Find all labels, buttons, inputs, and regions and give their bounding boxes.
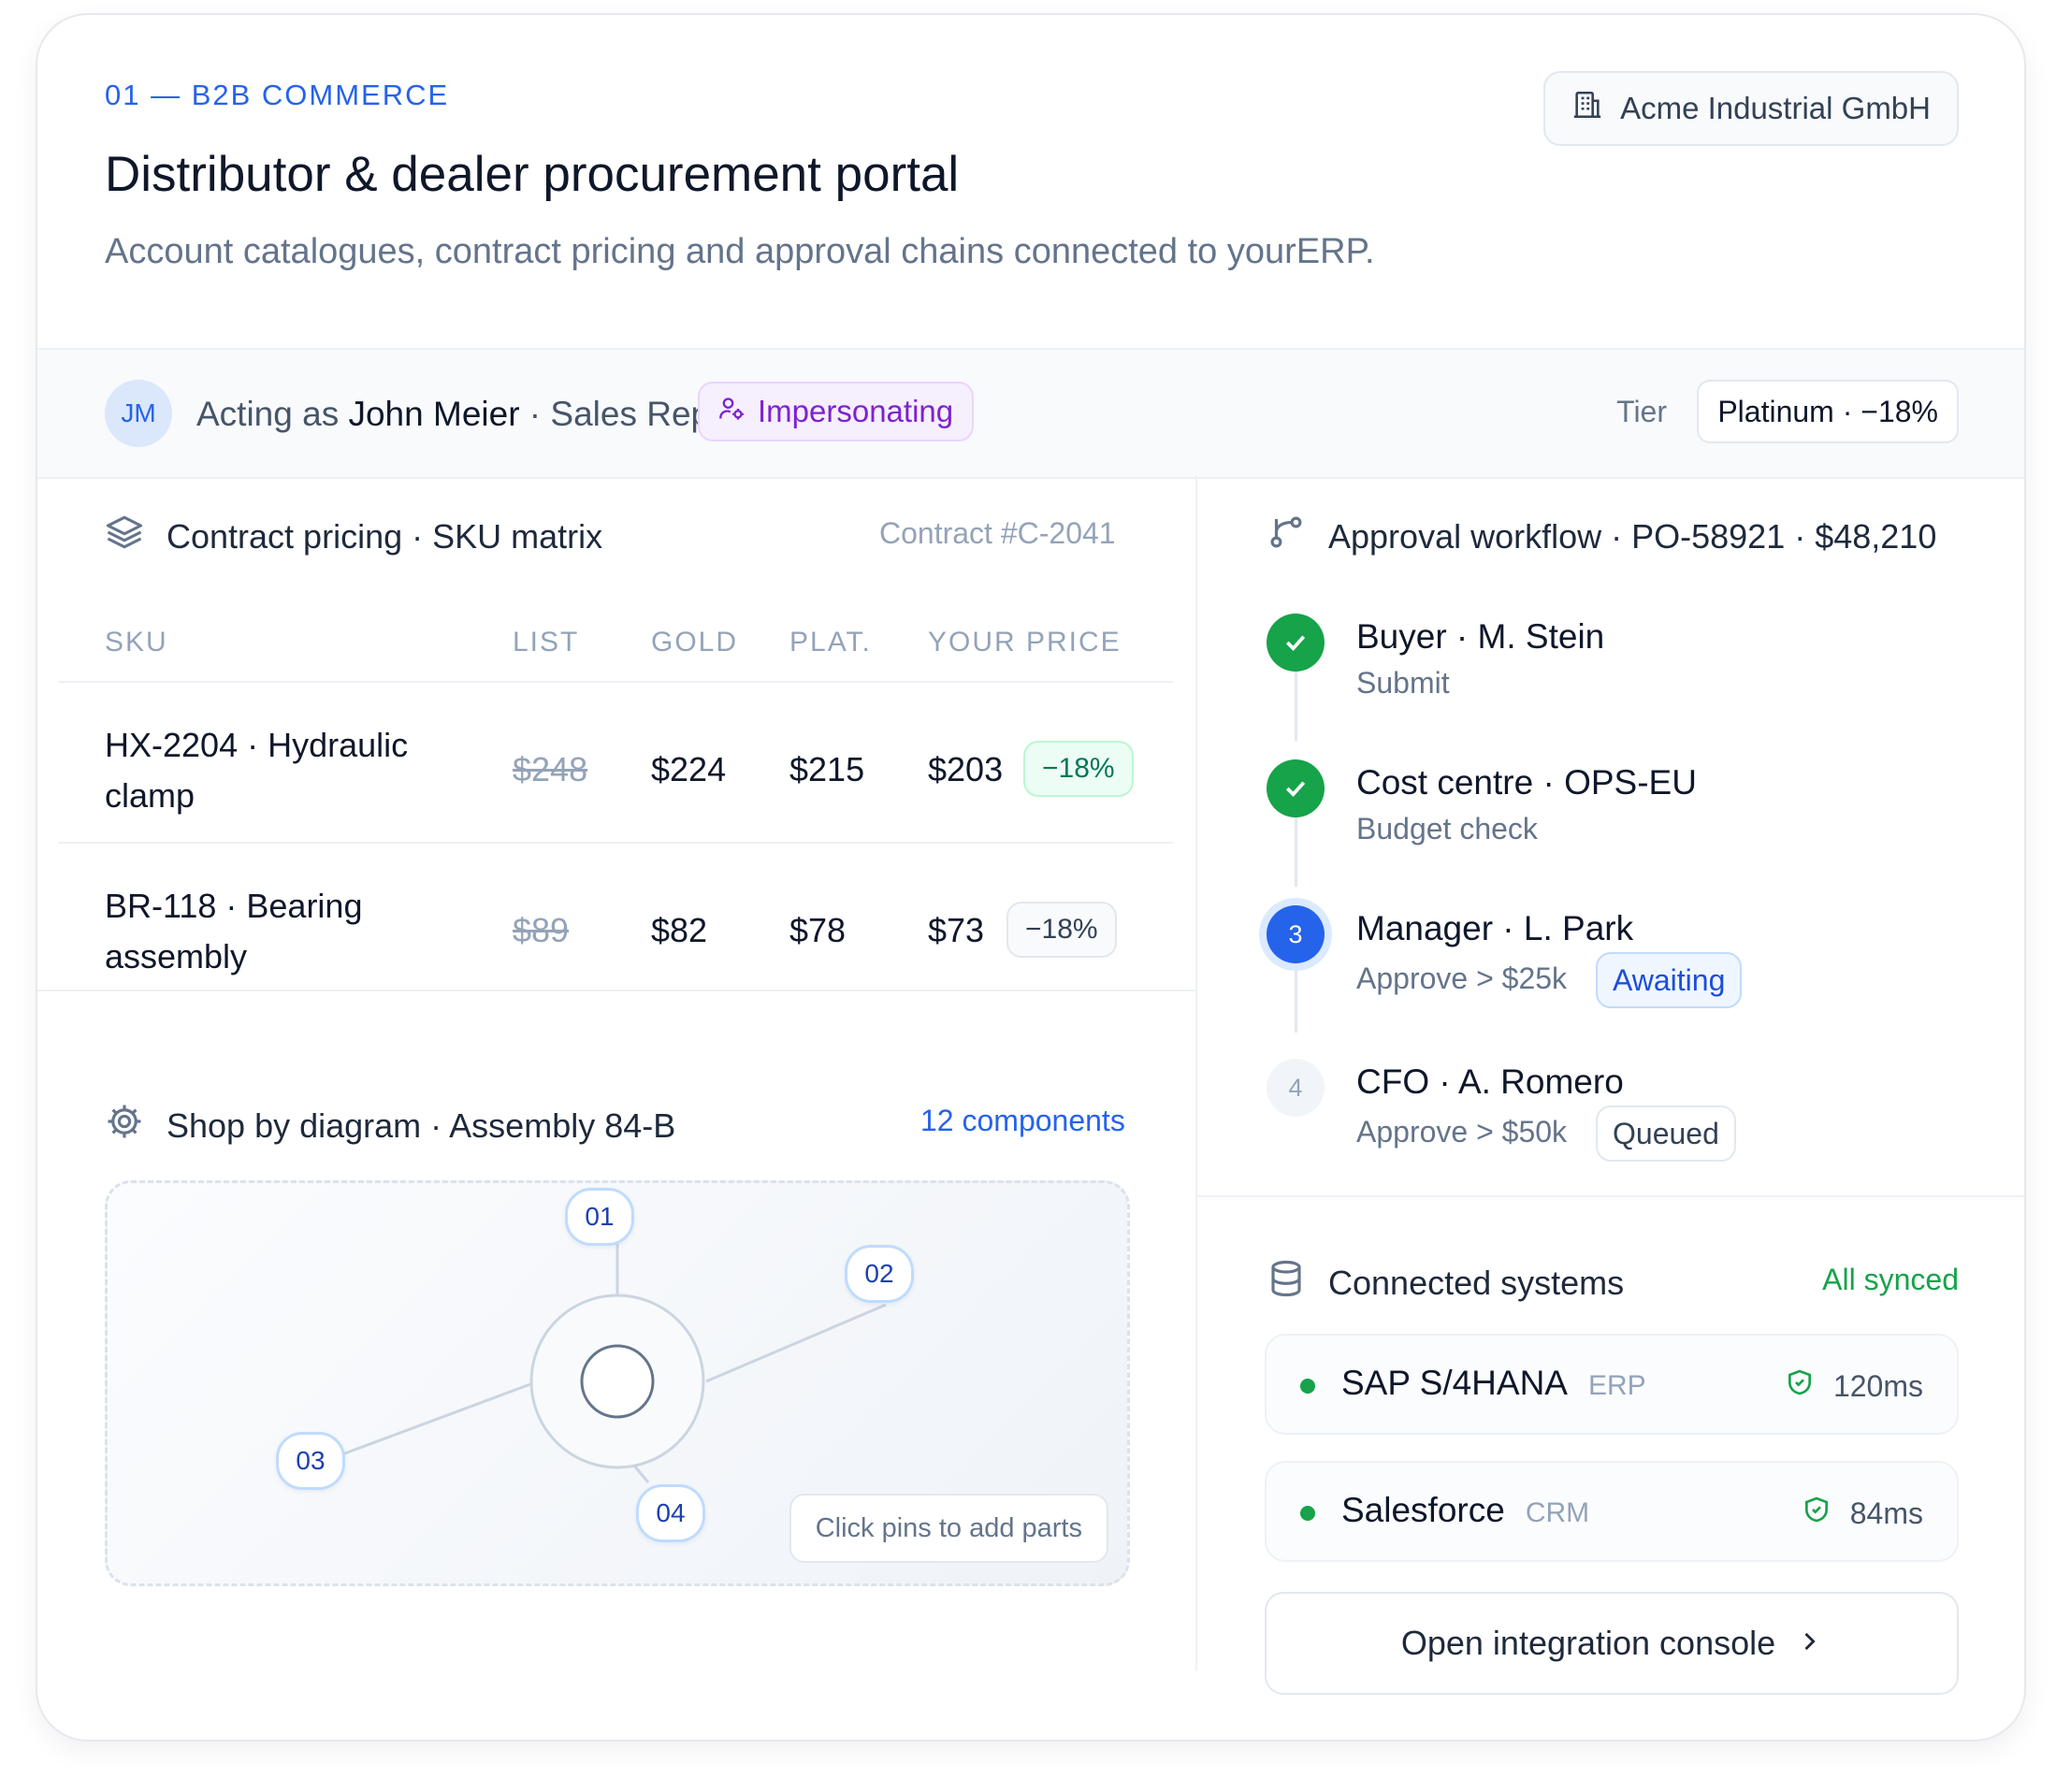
impersonation-bar: JM Acting as John Meier · Sales Rep Impe… bbox=[37, 348, 2024, 479]
diagram-title: Shop by diagram · Assembly 84-B bbox=[167, 1106, 676, 1145]
system-type: CRM bbox=[1525, 1497, 1590, 1528]
step-subtitle: Approve > $50k bbox=[1356, 1115, 1568, 1149]
tier-label: Tier bbox=[1616, 395, 1667, 428]
step-title: Buyer · M. Stein bbox=[1356, 617, 1605, 656]
discount-badge: −18% bbox=[1006, 902, 1117, 958]
shield-check-icon bbox=[1785, 1367, 1815, 1405]
acting-prefix: Acting as bbox=[196, 395, 340, 433]
col-sku: SKU bbox=[105, 627, 168, 658]
system-name: SAP S/4HANA bbox=[1341, 1364, 1568, 1402]
console-button-label: Open integration console bbox=[1400, 1624, 1776, 1662]
step-title: Cost centre · OPS-EU bbox=[1356, 763, 1697, 802]
status-badge: Queued bbox=[1596, 1106, 1736, 1162]
company-name: Acme Industrial GmbH bbox=[1620, 91, 1931, 125]
diagram-pin[interactable]: 02 bbox=[845, 1245, 914, 1303]
shield-check-icon bbox=[1802, 1495, 1832, 1532]
impersonating-badge[interactable]: Impersonating bbox=[698, 382, 975, 441]
gold-price: $82 bbox=[651, 911, 708, 949]
right-divider bbox=[1197, 1195, 2024, 1197]
list-price: $248 bbox=[513, 750, 588, 788]
step-pending-marker: 4 bbox=[1267, 1059, 1325, 1117]
sku-cell[interactable]: HX-2204 · Hydraulic clamp bbox=[105, 720, 498, 821]
step-complete-check bbox=[1267, 614, 1325, 672]
systems-title: Connected systems bbox=[1328, 1263, 1625, 1302]
step-title: CFO · A. Romero bbox=[1356, 1062, 1624, 1101]
table-divider bbox=[58, 681, 1173, 683]
table-divider bbox=[58, 842, 1173, 844]
user-gear-icon bbox=[718, 394, 745, 429]
assembly-diagram[interactable]: 01 02 03 04 Click pins to add parts bbox=[105, 1180, 1130, 1586]
acting-as-text: Acting as John Meier · Sales Rep bbox=[196, 395, 710, 434]
chevron-right-icon bbox=[1796, 1624, 1822, 1663]
gear-icon bbox=[105, 1102, 144, 1149]
pricing-title: Contract pricing · SKU matrix bbox=[167, 516, 603, 556]
database-icon bbox=[1267, 1259, 1306, 1307]
system-row[interactable]: Salesforce CRM 84ms bbox=[1265, 1461, 1959, 1562]
system-name: Salesforce bbox=[1341, 1491, 1505, 1529]
gold-price: $224 bbox=[651, 750, 727, 788]
your-price: $73 bbox=[928, 911, 985, 949]
impersonating-label: Impersonating bbox=[758, 394, 954, 428]
diagram-pin[interactable]: 01 bbox=[565, 1188, 634, 1246]
col-plat: PLAT. bbox=[789, 627, 872, 658]
step-connector bbox=[1295, 816, 1297, 887]
status-badge: Awaiting bbox=[1596, 952, 1743, 1008]
diagram-header: Shop by diagram · Assembly 84-B bbox=[105, 1102, 675, 1149]
system-name-line: SAP S/4HANA ERP bbox=[1341, 1364, 1646, 1403]
system-latency-group: 120ms bbox=[1785, 1367, 1923, 1405]
pricing-header: Contract pricing · SKU matrix bbox=[105, 513, 602, 560]
check-icon bbox=[1285, 781, 1306, 797]
plat-price: $78 bbox=[789, 911, 847, 949]
your-price: $203 bbox=[928, 750, 1004, 788]
sync-status: All synced bbox=[1822, 1263, 1959, 1296]
step-connector bbox=[1295, 961, 1297, 1033]
column-divider bbox=[1195, 475, 1197, 1670]
approval-title: Approval workflow · PO-58921 · $48,210 bbox=[1328, 516, 1937, 556]
open-console-button[interactable]: Open integration console bbox=[1265, 1592, 1959, 1695]
acting-user: John Meier bbox=[348, 395, 520, 433]
branch-icon bbox=[1267, 513, 1306, 560]
components-link[interactable]: 12 components bbox=[920, 1104, 1125, 1138]
building-icon bbox=[1571, 89, 1603, 128]
system-latency: 84ms bbox=[1849, 1496, 1923, 1530]
system-row[interactable]: SAP S/4HANA ERP 120ms bbox=[1265, 1334, 1959, 1435]
company-selector[interactable]: Acme Industrial GmbH bbox=[1543, 71, 1959, 146]
discount-badge: −18% bbox=[1023, 741, 1134, 797]
system-latency: 120ms bbox=[1832, 1368, 1923, 1403]
plat-price: $215 bbox=[789, 750, 865, 788]
status-dot bbox=[1300, 1379, 1315, 1394]
step-subtitle: Submit bbox=[1356, 666, 1450, 700]
step-connector bbox=[1295, 670, 1297, 741]
diagram-hint: Click pins to add parts bbox=[789, 1494, 1108, 1563]
systems-header: Connected systems bbox=[1267, 1259, 1624, 1307]
step-subtitle: Approve > $25k bbox=[1356, 961, 1568, 995]
section-eyebrow: 01 — B2B COMMERCE bbox=[105, 79, 450, 111]
avatar: JM bbox=[105, 380, 172, 447]
diagram-pin[interactable]: 03 bbox=[276, 1432, 345, 1490]
system-name-line: Salesforce CRM bbox=[1341, 1491, 1589, 1530]
portal-card: 01 — B2B COMMERCE Distributor & dealer p… bbox=[36, 13, 2026, 1741]
list-price: $89 bbox=[513, 911, 570, 949]
tier-badge[interactable]: Platinum · −18% bbox=[1697, 380, 1959, 443]
acting-role: · Sales Rep bbox=[528, 395, 711, 433]
col-your-price: YOUR PRICE bbox=[928, 627, 1122, 658]
page-subtitle: Account catalogues, contract pricing and… bbox=[105, 232, 1375, 271]
step-current-marker: 3 bbox=[1267, 905, 1325, 963]
diagram-pin[interactable]: 04 bbox=[636, 1484, 705, 1542]
approval-header: Approval workflow · PO-58921 · $48,210 bbox=[1267, 513, 1936, 560]
col-gold: GOLD bbox=[651, 627, 739, 658]
col-list: LIST bbox=[513, 627, 580, 658]
step-title: Manager · L. Park bbox=[1356, 909, 1634, 947]
status-dot bbox=[1300, 1506, 1315, 1521]
layers-icon bbox=[105, 513, 144, 560]
left-divider bbox=[37, 990, 1195, 991]
page-title: Distributor & dealer procurement portal bbox=[105, 147, 960, 202]
system-latency-group: 84ms bbox=[1802, 1495, 1923, 1532]
check-icon bbox=[1285, 635, 1306, 651]
system-type: ERP bbox=[1587, 1370, 1646, 1401]
contract-number: Contract #C-2041 bbox=[879, 516, 1116, 550]
step-complete-check bbox=[1267, 759, 1325, 817]
step-subtitle: Budget check bbox=[1356, 812, 1538, 845]
sku-cell[interactable]: BR-118 · Bearing assembly bbox=[105, 881, 498, 982]
